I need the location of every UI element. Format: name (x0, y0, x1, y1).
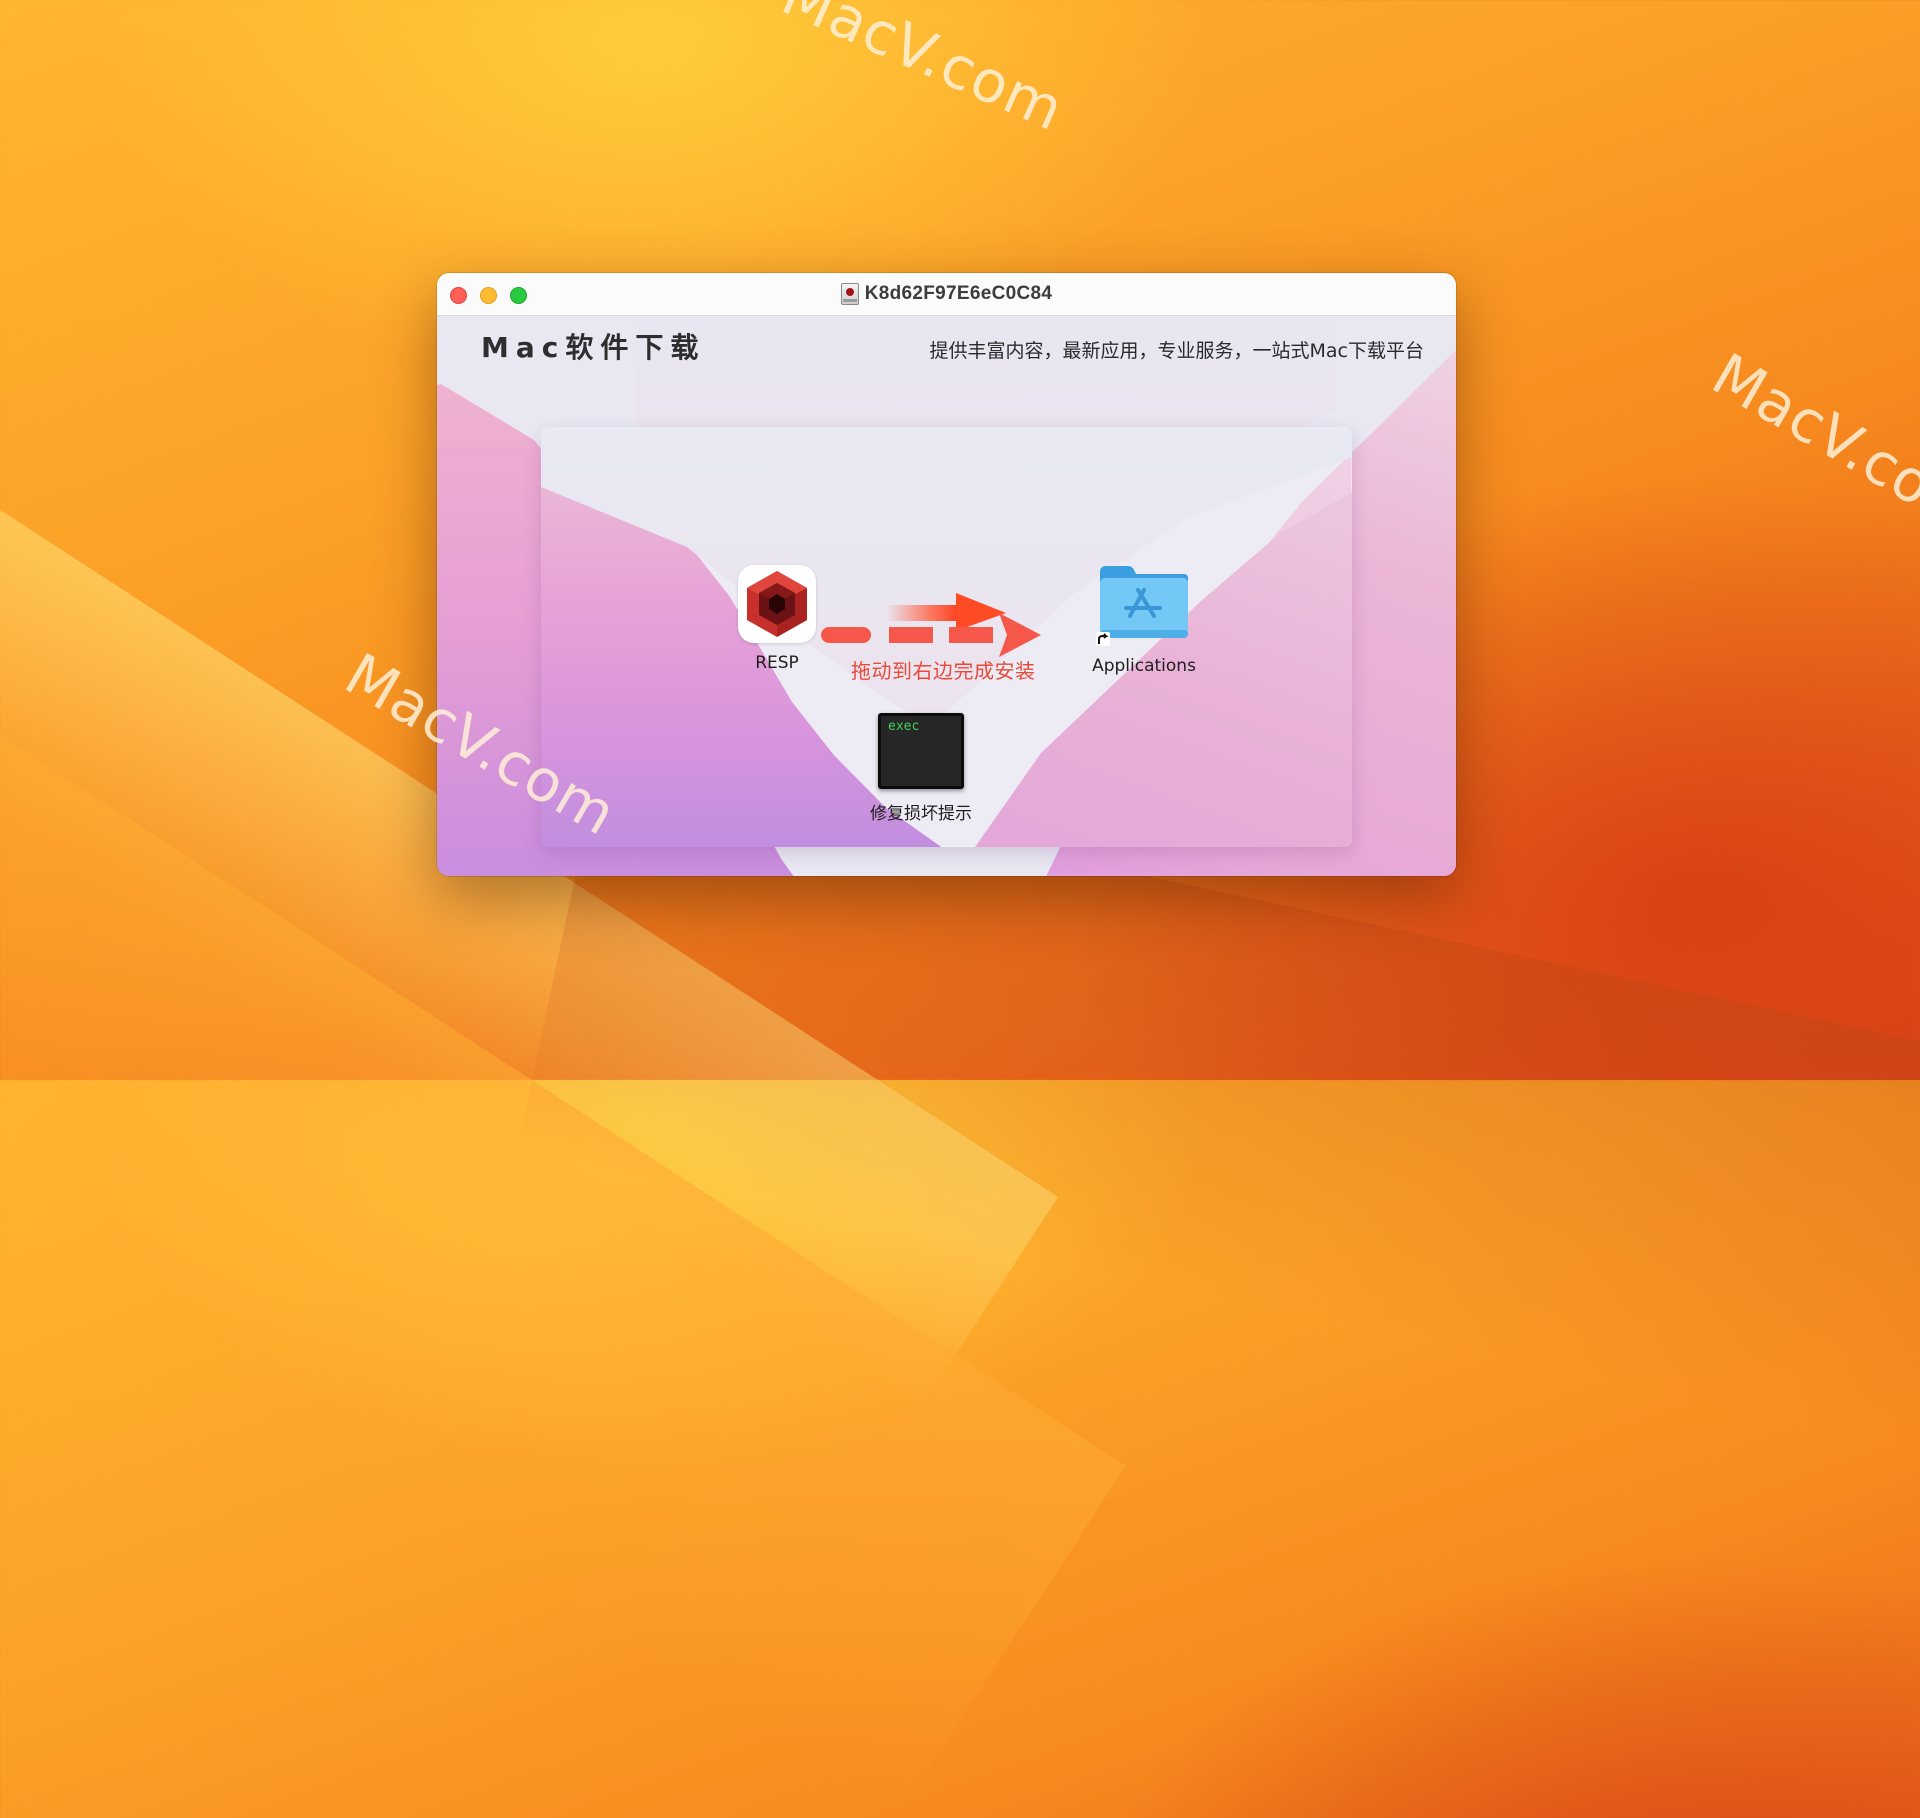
window-title: K8d62F97E6eC0C84 (864, 283, 1053, 304)
folder-icon (1100, 566, 1188, 638)
window-content: Mac软件下载 提供丰富内容，最新应用，专业服务，一站式Mac下载平台 RESP… (437, 316, 1456, 876)
watermark: MacV.com (772, 0, 1075, 145)
repair-script-label: 修复损坏提示 (870, 804, 972, 824)
alias-arrow-icon (1096, 632, 1110, 646)
resp-app-icon[interactable] (738, 565, 816, 643)
drag-arrow: 拖动到右边完成安装 (821, 591, 1046, 701)
applications-folder-icon[interactable] (1096, 562, 1190, 646)
drag-instruction: 拖动到右边完成安装 (851, 659, 1036, 683)
title-bar[interactable]: K8d62F97E6eC0C84 (437, 273, 1456, 316)
repair-script-item[interactable]: exec 修复损坏提示 (831, 713, 1011, 824)
resp-app-item[interactable]: RESP (717, 565, 837, 673)
arrow-right-icon (821, 593, 1041, 657)
exec-terminal-icon[interactable]: exec (878, 713, 964, 789)
exec-icon-text: exec (888, 719, 920, 734)
applications-folder-label: Applications (1092, 656, 1196, 676)
applications-folder-item[interactable]: Applications (1069, 562, 1219, 676)
hexagon-gem-icon (747, 571, 807, 637)
watermark: MacV.co (1701, 340, 1920, 521)
disk-image-icon (840, 283, 859, 305)
resp-app-label: RESP (755, 653, 799, 673)
install-panel: RESP 拖动到右边完成安装 Applications exec 修复损坏提示 (541, 427, 1352, 847)
brand-subtitle: 提供丰富内容，最新应用，专业服务，一站式Mac下载平台 (929, 340, 1424, 362)
brand-title: Mac软件下载 (481, 331, 706, 364)
dmg-installer-window: K8d62F97E6eC0C84 Mac软件下载 提供丰富内容，最新应用，专业服… (437, 273, 1456, 876)
window-title-group: K8d62F97E6eC0C84 (437, 273, 1456, 315)
